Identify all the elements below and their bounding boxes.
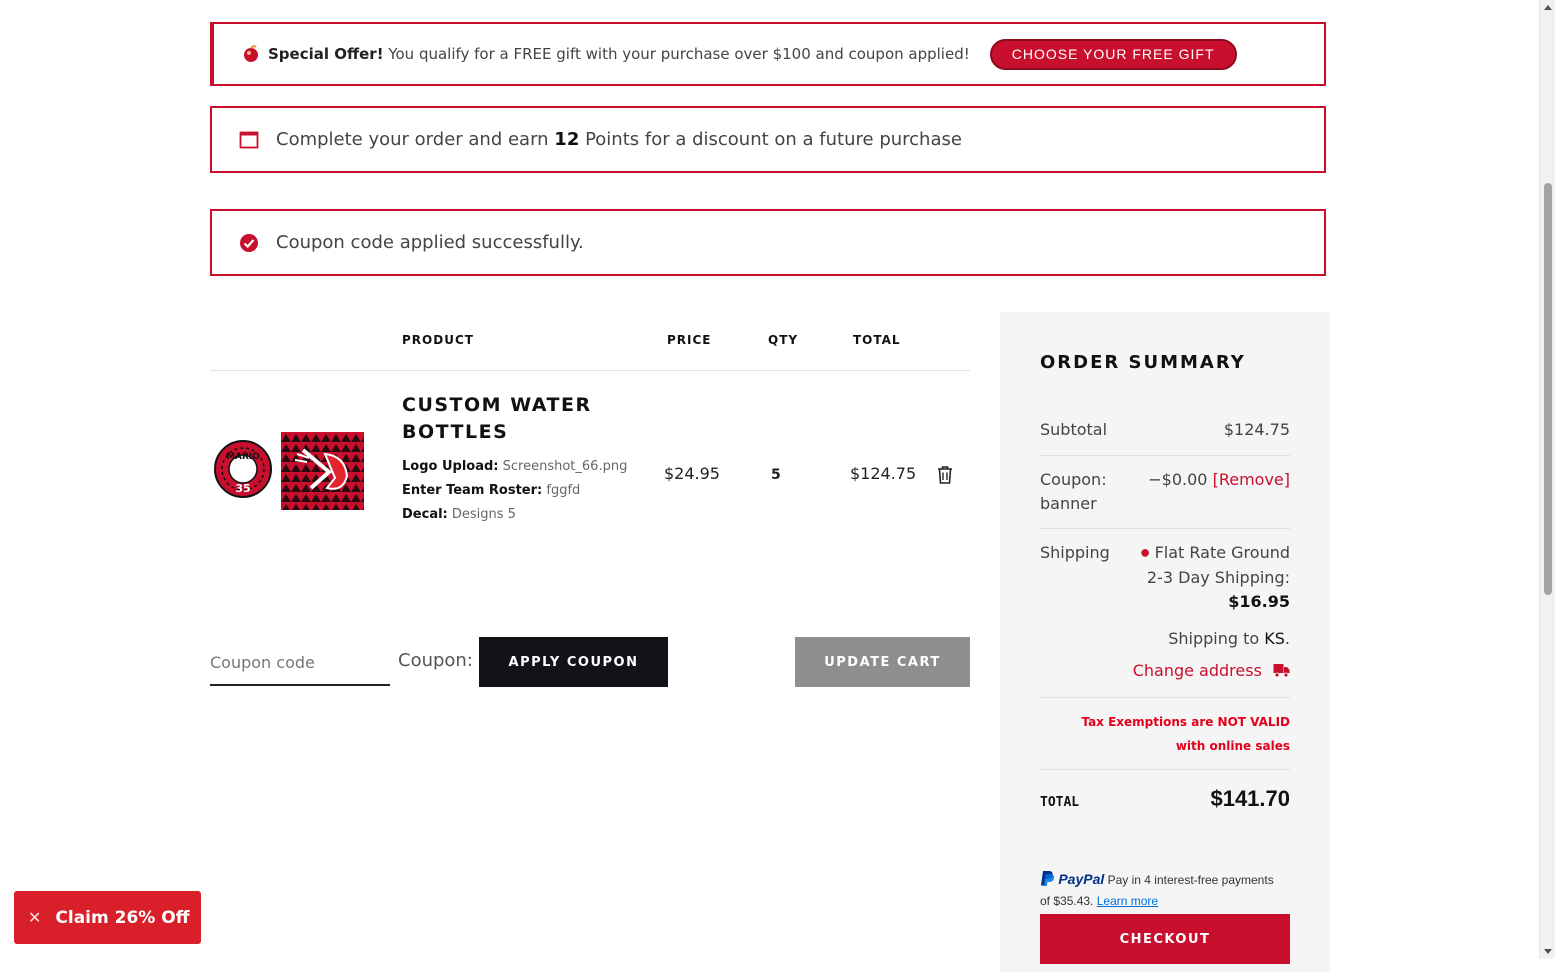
item-price: $24.95 (664, 464, 720, 483)
summary-divider (1040, 528, 1290, 529)
special-offer-notice: Special Offer! You qualify for a FREE gi… (210, 22, 1326, 86)
decal-number-text: 35 (235, 482, 250, 495)
product-decal-thumbnail[interactable]: MARIO 35 (214, 440, 272, 498)
column-header-qty: QTY (768, 333, 799, 347)
paypal-learn-more-link[interactable]: Learn more (1097, 894, 1158, 908)
subtotal-row: Subtotal $124.75 (1040, 420, 1290, 439)
coupon-label: Coupon: (398, 650, 473, 671)
summary-divider (1040, 769, 1290, 770)
coupon-remove-link[interactable]: [Remove] (1213, 470, 1290, 489)
total-value: $141.70 (1210, 786, 1290, 811)
scrollbar-thumb[interactable] (1544, 183, 1552, 595)
product-meta-decal: Decal: Designs 5 (402, 507, 516, 522)
gift-icon (240, 43, 262, 65)
product-logo-thumbnail[interactable] (281, 432, 364, 510)
points-text: Complete your order and earn 12 Points f… (276, 129, 962, 150)
apply-coupon-button[interactable]: APPLY COUPON (479, 637, 668, 687)
order-summary-title: ORDER SUMMARY (1040, 352, 1246, 373)
order-summary-panel: ORDER SUMMARY Subtotal $124.75 Coupon: b… (1000, 312, 1330, 972)
decal-name-text: MARIO (226, 452, 260, 462)
subtotal-value: $124.75 (1223, 420, 1290, 439)
points-notice: Complete your order and earn 12 Points f… (210, 106, 1326, 173)
item-total: $124.75 (850, 464, 917, 483)
coupon-discount-value: −$0.00 (1148, 470, 1208, 489)
coupon-success-text: Coupon code applied successfully. (276, 232, 584, 253)
claim-discount-popup[interactable]: ✕ Claim 26% Off (14, 891, 201, 944)
calendar-icon (238, 129, 260, 151)
coupon-code-input[interactable] (210, 640, 390, 686)
tax-exemption-notice: Tax Exemptions are NOT VALID with online… (1081, 715, 1290, 753)
paypal-icon (1040, 870, 1055, 892)
shipping-method-line-2: 2-3 Day Shipping: (1146, 567, 1290, 587)
coupon-discount-group: −$0.00 [Remove] (1148, 468, 1290, 492)
product-meta-team-roster: Enter Team Roster: fggfd (402, 483, 581, 498)
column-header-total: TOTAL (853, 333, 901, 347)
paypal-pay-later-message: PayPal Pay in 4 interest-free payments o… (1040, 870, 1274, 908)
coupon-success-notice: Coupon code applied successfully. (210, 209, 1326, 276)
column-header-product: PRODUCT (402, 333, 474, 347)
subtotal-label: Subtotal (1040, 420, 1108, 439)
item-qty[interactable]: 5 (771, 467, 781, 483)
shipping-method-line-1: Flat Rate Ground (1154, 543, 1290, 562)
paypal-brand: PayPal (1058, 871, 1105, 887)
shipping-method[interactable]: ● Flat Rate Ground 2-3 Day Shipping: $16… (1141, 541, 1290, 614)
trash-icon[interactable] (936, 465, 954, 485)
checkout-button[interactable]: CHECKOUT (1040, 914, 1290, 964)
truck-icon (1273, 663, 1290, 682)
scroll-down-arrow-icon[interactable] (1544, 949, 1552, 954)
choose-free-gift-button[interactable]: CHOOSE YOUR FREE GIFT (989, 38, 1237, 70)
product-title[interactable]: CUSTOM WATER BOTTLES (402, 392, 642, 446)
product-meta-logo-upload: Logo Upload: Screenshot_66.png (402, 459, 628, 474)
coupon-row: Coupon: banner −$0.00 [Remove] (1040, 468, 1290, 516)
summary-divider (1040, 697, 1290, 698)
change-address-text[interactable]: Change address (1133, 661, 1262, 680)
claim-discount-label[interactable]: Claim 26% Off (55, 908, 189, 928)
update-cart-button[interactable]: UPDATE CART (795, 637, 970, 687)
page-scrollbar[interactable] (1539, 0, 1555, 959)
summary-divider (1040, 455, 1290, 456)
close-icon[interactable]: ✕ (28, 908, 41, 927)
shipping-row: Shipping ● Flat Rate Ground 2-3 Day Ship… (1040, 541, 1290, 611)
check-circle-icon (238, 232, 260, 254)
shipping-price: $16.95 (1228, 591, 1290, 611)
shipping-radio-dot[interactable]: ● (1141, 548, 1150, 559)
special-offer-text: Special Offer! You qualify for a FREE gi… (268, 45, 970, 63)
change-address-link[interactable]: Change address (1040, 661, 1290, 682)
total-label: TOTAL (1040, 795, 1080, 810)
table-divider (210, 370, 970, 371)
scroll-up-arrow-icon[interactable] (1544, 5, 1552, 10)
column-header-price: PRICE (667, 333, 712, 347)
shipping-label: Shipping (1040, 543, 1110, 562)
coupon-row-label-2: banner (1040, 494, 1097, 513)
shipping-destination: Shipping to KS. (1168, 629, 1290, 648)
